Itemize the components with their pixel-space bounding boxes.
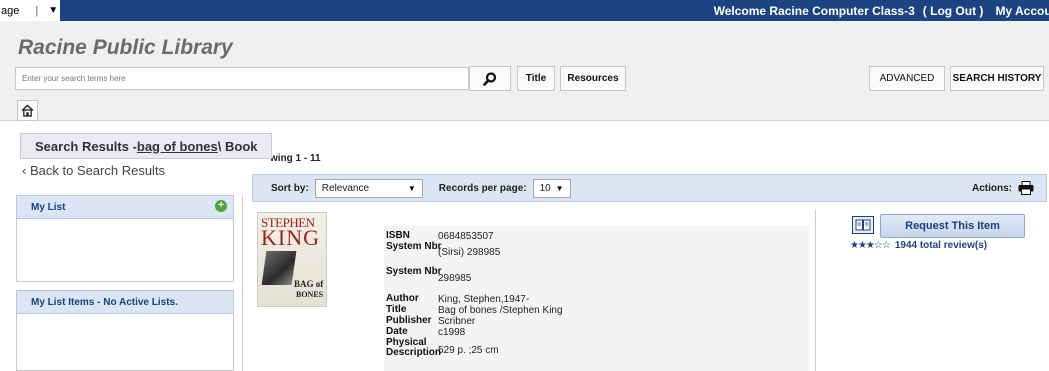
field-label-physical-description: Physical Description	[386, 337, 442, 358]
top-bar: age | ▼ Welcome Racine Computer Class-3 …	[0, 0, 1049, 21]
field-value-date: c1998	[438, 327, 466, 338]
field-label-title: Title	[386, 304, 407, 315]
field-value-isbn: 0684853507	[438, 231, 494, 242]
language-selector[interactable]: age | ▼	[0, 0, 60, 21]
sort-value: Relevance	[321, 182, 370, 194]
cover-author-last: KING	[261, 225, 320, 250]
records-per-page-select[interactable]: 10 ▼	[532, 178, 571, 198]
reviews-link[interactable]: 1944 total review(s)	[895, 240, 987, 251]
field-label-publisher: Publisher	[386, 315, 432, 326]
cover-title-line1: BAG of	[294, 279, 324, 289]
field-value-author[interactable]: King, Stephen,1947-	[438, 294, 529, 305]
field-value-physical-description: 529 p. ;25 cm	[438, 345, 499, 356]
breadcrumb-prefix: Search Results -	[35, 138, 137, 154]
chevron-down-icon: ▼	[407, 183, 416, 193]
record-details: ISBN 0684853507 System Nbr (Sirsi) 29898…	[384, 226, 809, 371]
chevron-down-icon[interactable]: ▼	[48, 5, 58, 16]
add-list-icon[interactable]: +	[215, 200, 227, 212]
book-cover-image[interactable]: STEPHEN KING BAG of BONES	[257, 212, 327, 307]
header: Racine Public Library Title Resources AD…	[0, 21, 1049, 121]
field-label-isbn: ISBN	[386, 230, 410, 241]
chevron-down-icon: ▼	[555, 183, 564, 193]
my-list-body	[16, 219, 234, 282]
request-item-button[interactable]: Request This Item	[880, 214, 1025, 238]
rating: ★★★☆☆ 1944 total review(s)	[850, 240, 987, 251]
field-label-system-nbr-2: System Nbr	[386, 266, 442, 277]
showing-count: wing 1 - 11	[270, 153, 321, 164]
search-button[interactable]	[469, 66, 511, 91]
my-list-items-header: My List Items - No Active Lists.	[16, 290, 234, 314]
my-list-items-body	[16, 314, 234, 371]
sort-select[interactable]: Relevance ▼	[314, 178, 423, 198]
field-label-date: Date	[386, 326, 408, 337]
field-value-system-nbr: (Sirsi) 298985	[438, 247, 501, 258]
my-list-header: My List +	[16, 195, 234, 219]
star-rating-icon: ★★★☆☆	[850, 240, 891, 251]
printer-icon[interactable]	[1018, 181, 1034, 195]
records-per-page-value: 10	[539, 182, 551, 194]
my-list-title: My List	[31, 201, 66, 213]
separator: |	[35, 4, 39, 17]
breadcrumb-suffix: \ Book	[217, 138, 258, 154]
home-button[interactable]	[17, 100, 38, 121]
column-divider	[242, 195, 243, 371]
cover-artwork	[261, 251, 297, 285]
resources-button[interactable]: Resources	[560, 66, 626, 91]
welcome-bar: Welcome Racine Computer Class-3 ( Log Ou…	[60, 0, 1049, 21]
search-icon	[483, 71, 497, 86]
field-label-author: Author	[386, 293, 419, 304]
library-title[interactable]: Racine Public Library	[18, 36, 233, 60]
welcome-text: Welcome Racine Computer Class-3	[713, 3, 915, 18]
language-label: age	[1, 4, 20, 17]
my-list-items-title: My List Items - No Active Lists.	[31, 296, 178, 308]
advanced-search-button[interactable]: ADVANCED	[869, 66, 945, 91]
search-input[interactable]	[15, 67, 469, 90]
field-value-publisher: Scribner	[438, 316, 476, 327]
cover-title-line2: BONES	[296, 290, 324, 299]
actions-group: Actions:	[972, 181, 1034, 195]
title-button[interactable]: Title	[517, 66, 555, 91]
home-icon	[21, 104, 34, 117]
search-result: STEPHEN KING BAG of BONES ISBN 068485350…	[252, 210, 816, 371]
my-account-link[interactable]: My Account	[995, 4, 1049, 18]
field-value-system-nbr-2: 298985	[438, 273, 472, 284]
field-label-system-nbr: System Nbr	[386, 241, 442, 252]
records-per-page-label: Records per page:	[438, 182, 527, 194]
sort-label: Sort by:	[271, 182, 309, 194]
logout-link[interactable]: ( Log Out )	[923, 4, 984, 18]
search-history-button[interactable]: SEARCH HISTORY	[950, 66, 1044, 91]
actions-label: Actions:	[972, 182, 1012, 194]
field-value-title[interactable]: Bag of bones /Stephen King	[438, 305, 563, 316]
sort-bar: Sort by: Relevance ▼ Records per page: 1…	[252, 174, 1047, 202]
breadcrumb-query-link[interactable]: bag of bones	[137, 139, 218, 154]
back-to-results-link[interactable]: ‹ Back to Search Results	[22, 163, 165, 178]
open-book-icon[interactable]	[852, 216, 874, 234]
breadcrumb: Search Results - bag of bones \ Book	[20, 133, 272, 159]
